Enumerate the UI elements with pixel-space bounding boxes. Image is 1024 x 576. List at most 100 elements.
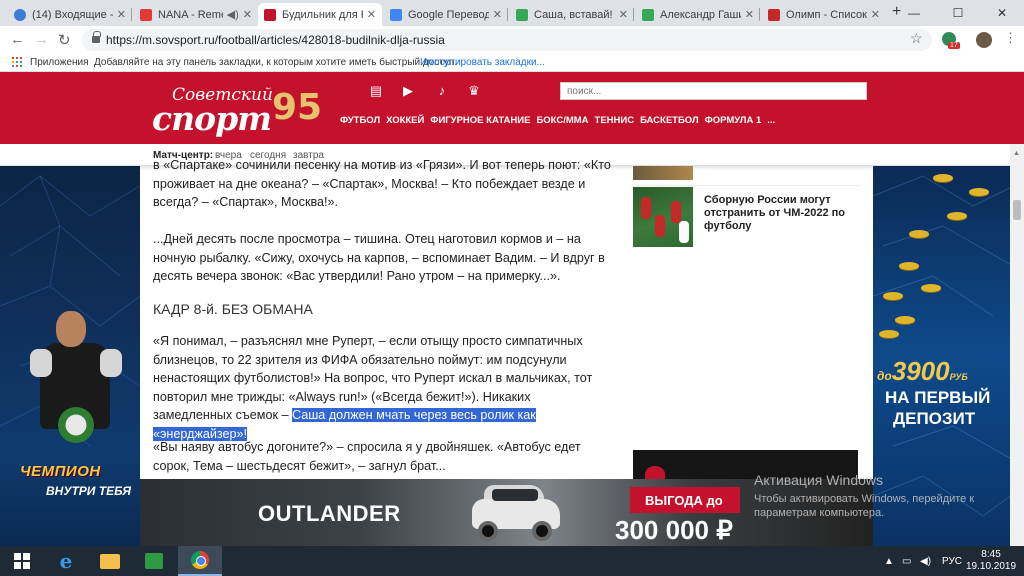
olimp-icon — [768, 8, 780, 21]
related-thumbnail[interactable] — [633, 187, 693, 247]
video-icon[interactable]: ▶ — [400, 84, 416, 98]
site-search-input[interactable] — [560, 82, 867, 100]
article-paragraph: ...Дней десять после просмотра – тишина.… — [153, 232, 605, 283]
left-ad-line2: ВНУТРИ ТЕБЯ — [46, 484, 132, 498]
apps-grid-icon[interactable] — [12, 57, 22, 67]
deposit-amount: до3900РУБ — [877, 356, 968, 386]
browser-tab[interactable]: Александр Гашин ✕ — [636, 3, 760, 26]
activation-watermark-text: Чтобы активировать Windows, перейдите к … — [754, 493, 975, 519]
logo-number[interactable]: 95 — [272, 87, 322, 128]
bookmark-star-icon[interactable]: ☆ — [910, 30, 923, 47]
close-tab-icon[interactable]: ✕ — [117, 8, 126, 21]
close-tab-icon[interactable]: ✕ — [619, 8, 628, 21]
extension-badge: 17 — [948, 42, 960, 49]
site-header: Советский спорт 95 ▤ ▶ ♪ ♛ ФУТБОЛ ХОККЕЙ… — [0, 72, 1024, 144]
language-indicator[interactable]: РУС — [942, 556, 962, 567]
browser-tab[interactable]: NANA - Remember ◀) ✕ — [134, 3, 258, 26]
browser-tab-active[interactable]: Будильник для Russia ✕ — [258, 3, 382, 26]
scrollbar-thumb[interactable] — [1013, 200, 1021, 220]
left-ad-banner[interactable]: ЧЕМПИОН ВНУТРИ ТЕБЯ — [0, 166, 140, 546]
mail-icon — [14, 8, 26, 21]
file-explorer-button[interactable] — [88, 546, 132, 576]
ad-brand: OUTLANDER — [258, 501, 401, 526]
nav-boxing-mma[interactable]: БОКС/ММА — [536, 115, 588, 126]
import-bookmarks-link[interactable]: Импортировать закладки... — [420, 57, 545, 68]
browser-tab[interactable]: Олимп - Список соревнований ✕ — [762, 3, 886, 26]
scroll-up-arrow-icon[interactable]: ▲ — [1013, 150, 1020, 157]
internet-explorer-button[interactable]: e — [44, 546, 88, 576]
network-icon[interactable]: ▭ — [902, 556, 911, 567]
right-ad-line1: НА ПЕРВЫЙ — [885, 388, 991, 407]
youtube-icon — [140, 8, 152, 21]
lock-icon[interactable] — [92, 31, 101, 44]
forward-icon[interactable]: → — [34, 31, 49, 48]
nav-football[interactable]: ФУТБОЛ — [340, 115, 380, 126]
browser-toolbar: ← → ↻ https://m.sovsport.ru/football/art… — [0, 26, 1024, 54]
profile-avatar[interactable] — [976, 32, 992, 48]
start-button[interactable] — [0, 546, 44, 576]
sheet-icon — [516, 8, 528, 21]
article-paragraph: «Вы наяву автобус догоните?» – спросила … — [153, 440, 581, 473]
start-icon — [14, 553, 30, 569]
ad-price: 300 000 ₽ — [615, 515, 733, 545]
volume-icon[interactable]: ◀) — [920, 556, 931, 567]
clock[interactable]: 8:45 19.10.2019 — [966, 549, 1016, 573]
bookmarks-bar: Приложения Добавляйте на эту панель закл… — [0, 54, 1024, 72]
coin — [883, 292, 903, 300]
tab-label: Олимп - Список соревнований — [786, 8, 867, 21]
trophy-icon[interactable]: ♛ — [466, 84, 482, 98]
windows-taskbar: e — [0, 546, 1024, 576]
audio-playing-icon[interactable]: ◀) — [227, 8, 239, 21]
nav-formula-1[interactable]: ФОРМУЛА 1 — [705, 115, 762, 126]
logo-bottom-text[interactable]: спорт — [152, 99, 272, 138]
bookmarks-hint: Добавляйте на эту панель закладки, к кот… — [94, 57, 458, 68]
tab-label: Саша, вставай! 19 октября — [534, 8, 615, 21]
nav-figure-skating[interactable]: ФИГУРНОЕ КАТАНИЕ — [430, 115, 530, 126]
nav-hockey[interactable]: ХОККЕЙ — [386, 115, 424, 126]
nav-more[interactable]: ... — [767, 115, 775, 126]
apps-link[interactable]: Приложения — [30, 57, 89, 68]
main-nav: ФУТБОЛ ХОККЕЙ ФИГУРНОЕ КАТАНИЕ БОКС/ММА … — [340, 115, 775, 126]
show-hidden-icons[interactable]: ▲ — [884, 556, 894, 567]
ad-promo: ВЫГОДА до — [645, 493, 723, 508]
minimize-button[interactable]: — — [892, 0, 936, 26]
browser-tab[interactable]: Google Переводчик ✕ — [384, 3, 508, 26]
coin — [969, 188, 989, 196]
article-paragraph: «Я понимал, – разъяснял мне Руперт, – ес… — [153, 334, 593, 441]
nav-basketball[interactable]: БАСКЕТБОЛ — [640, 115, 699, 126]
article-subheading: КАДР 8-й. БЕЗ ОБМАНА — [153, 301, 313, 317]
sovsport-icon — [264, 8, 276, 21]
store-button[interactable] — [132, 546, 176, 576]
close-tab-icon[interactable]: ✕ — [367, 8, 376, 21]
right-ad-banner[interactable]: до3900РУБ НА ПЕРВЫЙ ДЕПОЗИТ — [873, 166, 1024, 546]
tab-strip: (14) Входящие - Почта ✕ NANA - Remember … — [0, 0, 1024, 26]
article-paragraph: в «Спартаке» сочинили песенку на мотив и… — [153, 158, 611, 209]
related-thumbnail[interactable] — [633, 166, 693, 180]
maximize-button[interactable]: ☐ — [936, 0, 980, 26]
sheet-icon — [642, 8, 654, 21]
address-bar[interactable]: https://m.sovsport.ru/football/articles/… — [82, 29, 932, 51]
close-tab-icon[interactable]: ✕ — [745, 8, 754, 21]
close-tab-icon[interactable]: ✕ — [493, 8, 502, 21]
close-tab-icon[interactable]: ✕ — [871, 8, 880, 21]
coin — [909, 230, 929, 238]
browser-tab[interactable]: Саша, вставай! 19 октября ✕ — [510, 3, 634, 26]
nav-tennis[interactable]: ТЕННИС — [595, 115, 635, 126]
microphone-icon[interactable]: ♪ — [434, 84, 450, 98]
close-tab-icon[interactable]: ✕ — [243, 8, 252, 21]
coin — [879, 330, 899, 338]
coin — [899, 262, 919, 270]
related-article-title[interactable]: Сборную России могут отстранить от ЧМ-20… — [704, 194, 864, 233]
chrome-button[interactable] — [178, 546, 222, 576]
browser-tab[interactable]: (14) Входящие - Почта ✕ — [8, 3, 132, 26]
internet-explorer-icon: e — [59, 549, 73, 573]
coin — [947, 212, 967, 220]
url-text[interactable]: https://m.sovsport.ru/football/articles/… — [106, 33, 445, 47]
activation-watermark-title: Активация Windows — [754, 472, 884, 488]
close-window-button[interactable]: ✕ — [980, 0, 1024, 26]
news-icon[interactable]: ▤ — [368, 84, 384, 98]
menu-kebab-icon[interactable]: ⋮ — [1004, 30, 1017, 46]
back-icon[interactable]: ← — [10, 31, 25, 48]
reload-icon[interactable]: ↻ — [58, 31, 71, 49]
store-icon — [145, 553, 163, 569]
